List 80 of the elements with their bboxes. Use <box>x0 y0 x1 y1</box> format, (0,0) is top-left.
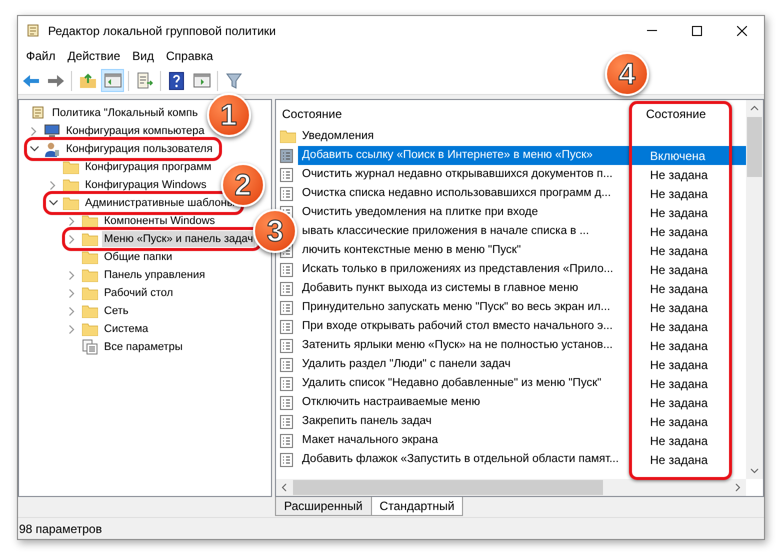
column-header[interactable]: Состояние <box>622 104 732 122</box>
setting-name: Принудительно запускать меню "Пуск" во весь экран ил... <box>301 300 612 315</box>
status-text: 98 параметров <box>18 520 102 538</box>
setting-state: Не задана <box>649 262 708 278</box>
tree-item[interactable]: Рабочий стол <box>102 285 176 301</box>
table-row[interactable]: Очистка списка недавно использовавшихся программ д... Не задана <box>298 184 746 203</box>
setting-state: Не задана <box>649 224 708 240</box>
callout-number: 3 <box>253 209 298 253</box>
setting-name: Очистить уведомления на плитке при входе <box>301 204 539 220</box>
setting-state: Не задана <box>649 432 708 450</box>
table-row[interactable]: Закрепить панель задач Не задана <box>298 412 746 431</box>
tree-item[interactable]: Конфигурация программ <box>83 159 214 175</box>
setting-name: Искать только в приложениях из представления «Прило... <box>301 262 614 277</box>
callout-number: 1 <box>206 93 251 137</box>
tree-item[interactable]: Конфигурация Windows <box>83 177 208 193</box>
table-row[interactable]: Удалить раздел "Люди" с панели задач Не задана <box>298 355 746 374</box>
tree-item[interactable]: Конфигурация пользователя <box>64 141 215 157</box>
setting-state: Не задана <box>649 376 708 392</box>
tree-item[interactable]: Меню «Пуск» и панель задач <box>102 231 256 247</box>
setting-state: Не задана <box>649 356 708 374</box>
setting-state: Не задана <box>649 204 708 222</box>
menu-item[interactable]: Вид <box>126 47 160 65</box>
table-row[interactable]: Искать только в приложениях из представления «Прило... Не задана <box>298 260 746 279</box>
tree-item[interactable]: Панель управления <box>102 267 208 283</box>
setting-state: Не задана <box>649 242 708 260</box>
setting-name: Добавить ссылку «Поиск в Интернете» в меню «Пуск» <box>301 148 594 163</box>
setting-name: Очистить журнал недавно открывавшихся документов п... <box>301 166 614 182</box>
setting-state: Не задана <box>649 186 708 202</box>
setting-name: Удалить список "Недавно добавленные" из меню "Пуск" <box>301 376 602 391</box>
menu-item[interactable]: Действие <box>62 47 126 65</box>
setting-state: Не задана <box>649 166 708 184</box>
setting-state: Не задана <box>649 338 708 354</box>
setting-name: Уведомления <box>301 128 375 144</box>
setting-name: Макет начального экрана <box>301 432 440 448</box>
setting-name: Закрепить панель задач <box>301 414 433 429</box>
setting-state: Включена <box>649 148 706 164</box>
view-tab[interactable]: Расширенный <box>275 497 372 516</box>
setting-state: Не задана <box>649 414 708 430</box>
window-title: Редактор локальной групповой политики <box>48 22 276 40</box>
column-header[interactable]: Состояние <box>276 104 622 122</box>
setting-name: Отключить настраиваемые меню <box>301 394 482 410</box>
table-row[interactable]: Добавить пункт выхода из системы в главное меню Не задана <box>298 279 746 298</box>
table-row[interactable]: ывать классические приложения в начале списка в ... Не задана <box>298 222 746 241</box>
table-row[interactable]: При входе открывать рабочий стол вместо начального э... Не задана <box>298 317 746 336</box>
setting-name: Очистка списка недавно использовавшихся программ д... <box>301 186 612 201</box>
setting-state: Не задана <box>649 394 708 412</box>
tree-item[interactable]: Политика "Локальный компь <box>50 105 200 121</box>
menu-item[interactable]: Справка <box>160 47 220 65</box>
setting-state: Не задана <box>649 452 708 468</box>
table-row[interactable]: Отключить настраиваемые меню Не задана <box>298 393 746 412</box>
setting-name: ывать классические приложения в начале списка в ... <box>301 224 590 239</box>
setting-name: Добавить пункт выхода из системы в главное меню <box>301 280 580 296</box>
tree-item[interactable]: Конфигурация компьютера <box>64 123 206 139</box>
setting-state: Не задана <box>649 300 708 316</box>
table-row[interactable]: Принудительно запускать меню "Пуск" во весь экран ил... Не задана <box>298 298 746 317</box>
setting-state: Не задана <box>649 318 708 336</box>
tree-item[interactable]: Система <box>102 321 150 337</box>
tree-item[interactable]: Компоненты Windows <box>102 213 218 229</box>
tree-item[interactable]: Сеть <box>102 303 130 319</box>
setting-name: лючить контекстные меню в меню "Пуск" <box>301 242 522 258</box>
table-row[interactable]: Затенить ярлыки меню «Пуск» на не полностью установ... Не задана <box>298 336 746 355</box>
table-row[interactable]: Очистить уведомления на плитке при входе Не задана <box>298 203 746 222</box>
setting-name: Затенить ярлыки меню «Пуск» на не полностью установ... <box>301 338 614 353</box>
table-row[interactable]: Очистить журнал недавно открывавшихся документов п... Не задана <box>298 165 746 184</box>
callout-number: 4 <box>605 52 649 96</box>
setting-state: Не задана <box>649 280 708 298</box>
setting-name: При входе открывать рабочий стол вместо начального э... <box>301 318 614 334</box>
table-row[interactable]: Уведомления <box>298 127 746 146</box>
setting-name: Добавить флажок «Запустить в отдельной области памят... <box>301 452 620 467</box>
tree-item[interactable]: Общие папки <box>102 249 174 265</box>
setting-name: Удалить раздел "Люди" с панели задач <box>301 356 512 372</box>
table-row[interactable]: Макет начального экрана Не задана <box>298 431 746 450</box>
table-row[interactable]: лючить контекстные меню в меню "Пуск" Не задана <box>298 241 746 260</box>
view-tab[interactable]: Стандартный <box>370 497 464 516</box>
tree-item[interactable]: Все параметры <box>102 339 185 355</box>
tree-item[interactable]: Административные шаблоны <box>83 195 237 211</box>
table-row[interactable]: Добавить флажок «Запустить в отдельной области памят... Не задана <box>298 450 746 469</box>
table-row[interactable]: Удалить список "Недавно добавленные" из меню "Пуск" Не задана <box>298 374 746 393</box>
table-row[interactable]: Добавить ссылку «Поиск в Интернете» в меню «Пуск» Включена <box>298 146 746 165</box>
menu-item[interactable]: Файл <box>20 47 62 65</box>
